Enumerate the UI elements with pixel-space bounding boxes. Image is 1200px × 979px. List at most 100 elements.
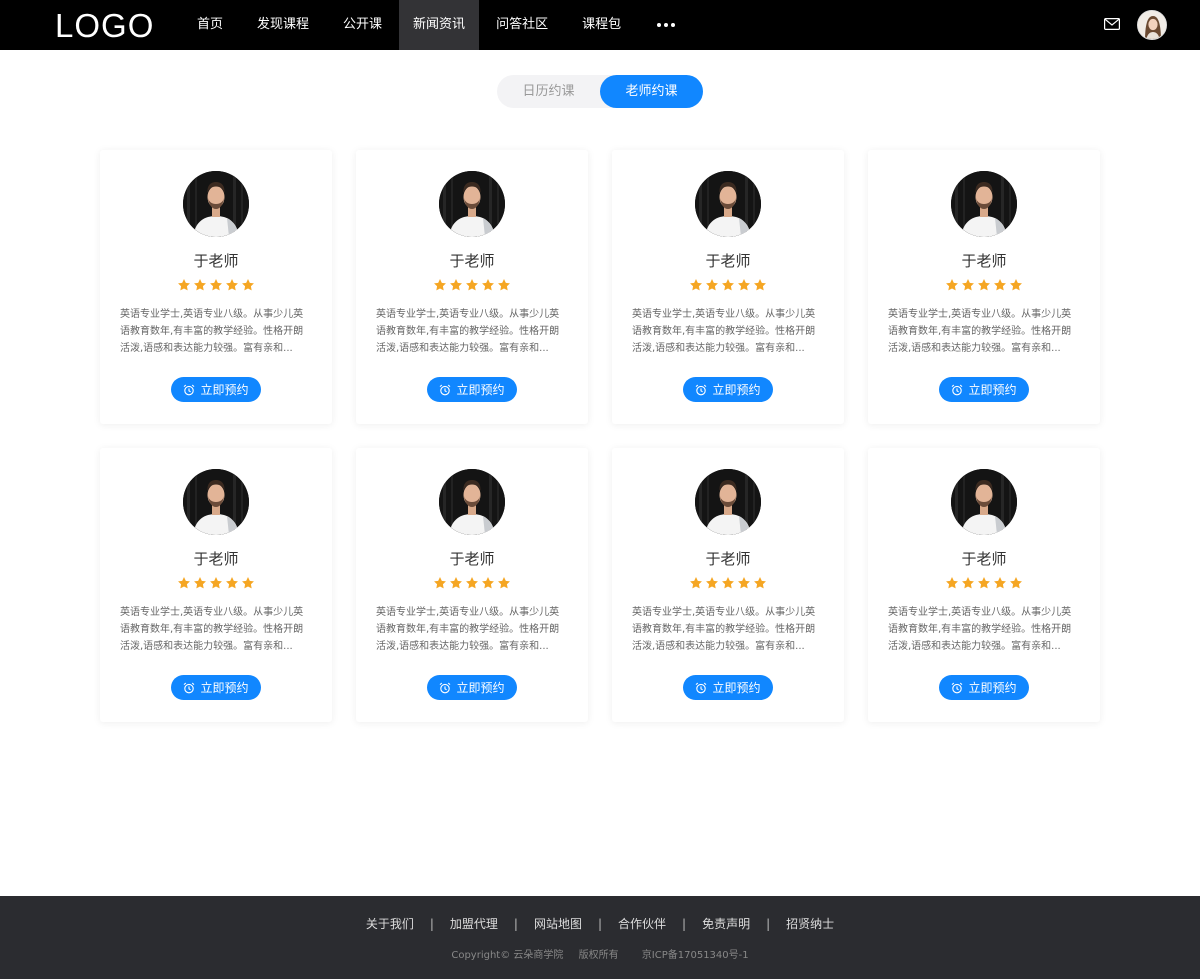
book-now-button[interactable]: 立即预约	[939, 675, 1029, 700]
star-icon	[962, 279, 974, 291]
star-icon	[498, 279, 510, 291]
rating-stars	[868, 575, 1100, 589]
alarm-clock-icon	[184, 682, 195, 693]
footer-separator: |	[766, 917, 771, 931]
copyright-text: Copyright© 云朵商学院	[451, 950, 564, 961]
nav-item-news[interactable]: 新闻资讯	[399, 0, 480, 50]
star-icon	[178, 577, 190, 589]
book-now-label: 立即预约	[712, 681, 761, 695]
footer: 关于我们 | 加盟代理 | 网站地图 | 合作伙伴 | 免责声明 | 招贤纳士 Copyright©…	[0, 896, 1200, 979]
book-now-label: 立即预约	[200, 681, 249, 695]
alarm-clock-icon	[184, 384, 195, 395]
nav-item-discover-courses[interactable]: 发现课程	[240, 0, 326, 50]
footer-separator: |	[429, 917, 434, 931]
book-now-label: 立即预约	[456, 681, 505, 695]
star-icon	[450, 577, 462, 589]
main-nav: 首页 发现课程 公开课 新闻资讯 问答社区 课程包	[180, 0, 694, 50]
star-icon	[466, 577, 478, 589]
user-avatar[interactable]	[1137, 10, 1167, 40]
book-now-label: 立即预约	[968, 681, 1017, 695]
footer-link-6[interactable]: 招贤纳士	[786, 917, 834, 931]
footer-link-5[interactable]: 免责声明	[702, 917, 750, 931]
star-icon	[194, 279, 206, 291]
booking-mode-tabs: 日历约课 老师约课	[497, 75, 703, 108]
star-icon	[754, 577, 766, 589]
book-now-button[interactable]: 立即预约	[171, 377, 261, 402]
book-now-button[interactable]: 立即预约	[427, 377, 517, 402]
alarm-clock-icon	[440, 384, 451, 395]
teacher-name: 于老师	[449, 550, 495, 568]
star-icon	[226, 577, 238, 589]
star-icon	[962, 577, 974, 589]
teacher-name: 于老师	[193, 550, 239, 568]
nav-item-course-packages[interactable]: 课程包	[565, 0, 638, 50]
star-icon	[178, 279, 190, 291]
teacher-card-1: 于老师 英语专业学士,英语专业八级。从事少儿英语教育数年,有丰富的教学经验。性格…	[100, 150, 332, 424]
top-navbar: LOGO 首页 发现课程 公开课 新闻资讯 问答社区 课程包	[0, 0, 1200, 50]
footer-link-2[interactable]: 加盟代理	[450, 917, 498, 931]
star-icon	[466, 279, 478, 291]
teacher-description: 英语专业学士,英语专业八级。从事少儿英语教育数年,有丰富的教学经验。性格开朗活泼…	[888, 309, 1072, 354]
book-now-button[interactable]: 立即预约	[171, 675, 261, 700]
teacher-description: 英语专业学士,英语专业八级。从事少儿英语教育数年,有丰富的教学经验。性格开朗活泼…	[632, 607, 816, 652]
alarm-clock-icon	[952, 682, 963, 693]
footer-separator: |	[597, 917, 603, 931]
star-icon	[482, 279, 494, 291]
book-now-label: 立即预约	[712, 383, 761, 397]
nav-item-qa-community[interactable]: 问答社区	[479, 0, 565, 50]
logo[interactable]: LOGO	[55, 6, 154, 46]
tab-calendar-booking[interactable]: 日历约课	[497, 75, 600, 108]
tab-teacher-booking[interactable]: 老师约课	[600, 75, 703, 108]
teacher-description: 英语专业学士,英语专业八级。从事少儿英语教育数年,有丰富的教学经验。性格开朗活泼…	[632, 309, 816, 354]
star-icon	[690, 577, 702, 589]
star-icon	[242, 279, 254, 291]
star-icon	[434, 279, 446, 291]
teacher-description: 英语专业学士,英语专业八级。从事少儿英语教育数年,有丰富的教学经验。性格开朗活泼…	[888, 607, 1072, 652]
mail-icon[interactable]	[1104, 18, 1120, 30]
star-icon	[242, 577, 254, 589]
footer-link-1[interactable]: 关于我们	[366, 917, 414, 931]
book-now-label: 立即预约	[200, 383, 249, 397]
alarm-clock-icon	[696, 682, 707, 693]
nav-item-home[interactable]: 首页	[180, 0, 240, 50]
rights-text: 版权所有	[578, 950, 619, 961]
star-icon	[210, 279, 222, 291]
star-icon	[450, 279, 462, 291]
teacher-name: 于老师	[705, 252, 751, 270]
star-icon	[690, 279, 702, 291]
star-icon	[722, 279, 734, 291]
teacher-card-8: 于老师 英语专业学士,英语专业八级。从事少儿英语教育数年,有丰富的教学经验。性格…	[868, 448, 1100, 722]
rating-stars	[100, 575, 332, 589]
icp-number[interactable]: 京ICP备17051340号-1	[642, 950, 749, 961]
star-icon	[978, 577, 990, 589]
teacher-description: 英语专业学士,英语专业八级。从事少儿英语教育数年,有丰富的教学经验。性格开朗活泼…	[376, 309, 560, 354]
footer-link-4[interactable]: 合作伙伴	[618, 917, 666, 931]
book-now-button[interactable]: 立即预约	[683, 675, 773, 700]
teacher-card-5: 于老师 英语专业学士,英语专业八级。从事少儿英语教育数年,有丰富的教学经验。性格…	[100, 448, 332, 722]
star-icon	[722, 577, 734, 589]
teacher-card-3: 于老师 英语专业学士,英语专业八级。从事少儿英语教育数年,有丰富的教学经验。性格…	[612, 150, 844, 424]
star-icon	[226, 279, 238, 291]
teacher-name: 于老师	[705, 550, 751, 568]
nav-item-open-courses[interactable]: 公开课	[326, 0, 399, 50]
teacher-grid: 于老师 英语专业学士,英语专业八级。从事少儿英语教育数年,有丰富的教学经验。性格…	[100, 150, 1100, 722]
star-icon	[498, 577, 510, 589]
book-now-label: 立即预约	[456, 383, 505, 397]
footer-copyright: Copyright© 云朵商学院 版权所有 京ICP备17051340号-1	[0, 946, 1200, 961]
star-icon	[434, 577, 446, 589]
more-dots-icon[interactable]	[638, 0, 694, 50]
star-icon	[738, 577, 750, 589]
rating-stars	[356, 575, 588, 589]
footer-separator: |	[682, 917, 687, 931]
alarm-clock-icon	[952, 384, 963, 395]
teacher-avatar	[695, 469, 761, 535]
footer-link-3[interactable]: 网站地图	[534, 917, 582, 931]
teacher-card-7: 于老师 英语专业学士,英语专业八级。从事少儿英语教育数年,有丰富的教学经验。性格…	[612, 448, 844, 722]
book-now-button[interactable]: 立即预约	[939, 377, 1029, 402]
book-now-button[interactable]: 立即预约	[427, 675, 517, 700]
star-icon	[706, 279, 718, 291]
rating-stars	[100, 277, 332, 291]
teacher-avatar	[439, 171, 505, 237]
book-now-button[interactable]: 立即预约	[683, 377, 773, 402]
star-icon	[706, 577, 718, 589]
